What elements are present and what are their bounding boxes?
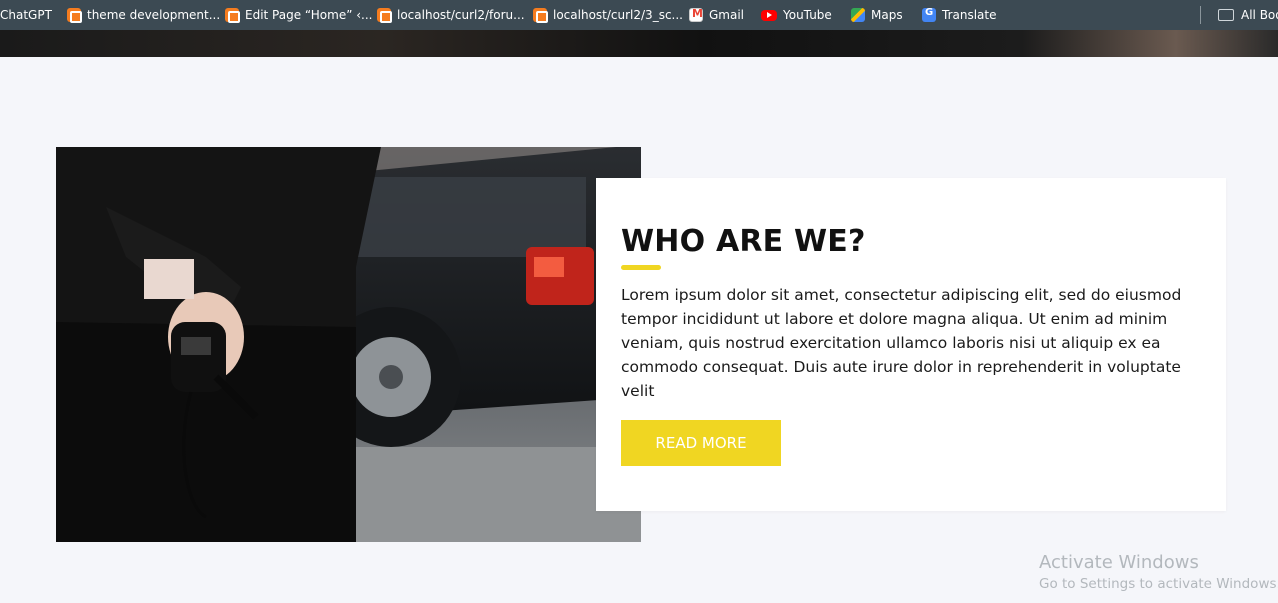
bookmarks-divider [1200,6,1201,24]
windows-activation-watermark: Activate Windows Go to Settings to activ… [1039,552,1278,592]
bookmark-localhost-forum[interactable]: localhost/curl2/foru... [377,0,525,30]
bookmark-label: localhost/curl2/foru... [397,8,525,22]
about-card: WHO ARE WE? Lorem ipsum dolor sit amet, … [596,178,1226,511]
bookmark-label: Gmail [709,8,745,22]
security-guard-photo [56,147,641,542]
xampp-icon [377,8,392,23]
bookmark-edit-page-home[interactable]: Edit Page “Home” ‹... [225,0,372,30]
xampp-icon [225,8,240,23]
bookmark-chatgpt[interactable]: ChatGPT [0,0,52,30]
section-title: WHO ARE WE? [621,224,866,259]
maps-icon [851,8,865,22]
hero-image-strip [0,30,1278,57]
bookmark-youtube[interactable]: YouTube [761,0,832,30]
read-more-button[interactable]: READ MORE [621,420,781,466]
bookmark-label: localhost/curl2/3_sc... [553,8,683,22]
bookmark-label: theme development... [87,8,221,22]
xampp-icon [67,8,82,23]
bookmark-gmail[interactable]: Gmail [689,0,744,30]
bookmark-theme-development[interactable]: theme development... [67,0,220,30]
gmail-icon [689,7,703,22]
bookmark-label: Maps [871,8,903,22]
bookmark-label: Edit Page “Home” ‹... [245,8,373,22]
bookmark-translate[interactable]: Translate [922,0,997,30]
bookmark-label: All Boo [1241,8,1278,22]
watermark-subtitle: Go to Settings to activate Windows. [1039,576,1278,592]
photo-illustration [56,147,641,542]
watermark-title: Activate Windows [1039,552,1199,573]
bookmark-label: Translate [942,8,997,22]
bookmark-maps[interactable]: Maps [851,0,903,30]
bookmarks-bar: ChatGPT theme development... Edit Page “… [0,0,1278,30]
youtube-icon [761,9,777,21]
bookmark-localhost-3sc[interactable]: localhost/curl2/3_sc... [533,0,683,30]
folder-icon [1218,9,1234,21]
section-body: Lorem ipsum dolor sit amet, consectetur … [621,286,1182,400]
xampp-icon [533,8,548,23]
bookmark-label: ChatGPT [0,8,52,22]
bookmark-all-bookmarks-folder[interactable]: All Boo [1218,0,1278,30]
translate-icon [922,7,936,22]
bookmark-label: YouTube [783,8,832,22]
title-underline [621,265,661,270]
